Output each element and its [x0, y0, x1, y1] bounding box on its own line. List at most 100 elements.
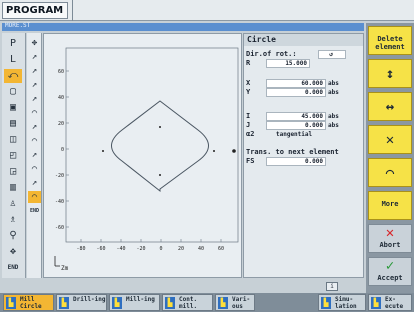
axis-label: Zm — [61, 265, 69, 272]
softkey-label: Vari-ous — [232, 296, 251, 310]
block-icon[interactable]: ▤ — [4, 117, 22, 131]
softkey-label: Delete element — [375, 35, 405, 51]
j-row: J 0.000 abs — [246, 121, 363, 130]
machining-icon: ▙ — [321, 297, 331, 309]
arc-element-icon[interactable]: ⌒ — [28, 107, 41, 119]
diagonal-arrows-icon: ✕ — [385, 132, 395, 148]
x-tick-label: -80 — [76, 246, 85, 252]
machining-icon: ▙ — [6, 297, 16, 309]
title-bar: PROGRAM — [0, 0, 414, 21]
x-label: X — [246, 79, 251, 87]
program-path: MORE.ST — [5, 22, 31, 29]
program-letter-icon[interactable]: P — [4, 37, 22, 51]
i-label: I — [246, 112, 251, 120]
abort-x-icon: ✕ — [385, 225, 395, 241]
line-element-icon[interactable]: ↗ — [28, 121, 41, 133]
x-tick-label: 20 — [178, 246, 184, 252]
i-unit: abs — [328, 113, 339, 120]
x-field[interactable]: 60.000 — [266, 79, 326, 88]
milling-key[interactable]: ▙ Mill-ing — [109, 294, 160, 311]
tool-icon[interactable]: ♙ — [4, 197, 22, 211]
radius-field[interactable]: 15.000 — [266, 59, 310, 68]
contour-milling-key[interactable]: ▙ Cont. mill. — [162, 294, 213, 311]
y-field[interactable]: 0.000 — [266, 88, 326, 97]
softkey-label: Ex-ecute — [385, 296, 404, 310]
alpha2-row: α2 tangential — [246, 130, 363, 139]
info-indicator[interactable]: i — [326, 282, 338, 291]
x-row: X 60.000 abs — [246, 79, 363, 88]
end-icon[interactable]: END — [28, 205, 41, 217]
vertical-arrows-icon: ↕ — [385, 66, 395, 82]
arc-element-icon[interactable]: ⌒ — [28, 163, 41, 175]
vertical-softkeys: Delete element ↕ ↔ ✕ ⌒ More ✕ Abort ✓ Accept — [366, 23, 414, 293]
i-row: I 45.000 abs — [246, 112, 363, 121]
arc-element-icon[interactable]: ⌒ — [28, 191, 41, 203]
machining-icon: ▙ — [218, 297, 228, 309]
y-tick-label: 40 — [58, 95, 64, 101]
machining-icon: ▙ — [59, 297, 69, 309]
y-tick-label: -60 — [55, 225, 64, 231]
tool-icon[interactable]: ✥ — [4, 245, 22, 259]
y-tick-label: -20 — [55, 173, 64, 179]
i-field[interactable]: 45.000 — [266, 112, 326, 121]
block-icon[interactable]: ▢ — [4, 85, 22, 99]
contour-origin-icon[interactable]: ✥ — [28, 37, 41, 49]
drilling-key[interactable]: ▙ Drill-ing — [56, 294, 107, 311]
circle-parameter-form: Circle Dir.of rot.: ↺ R 15.000 X 60.000 … — [243, 33, 364, 278]
contour-graphic[interactable]: 60 40 20 0 -20 -40 -60 -80 -60 -40 -20 0 20 40 60 Zm — [43, 33, 242, 278]
circle-button[interactable]: ⌒ — [368, 158, 412, 187]
y-tick-label: 0 — [61, 147, 64, 153]
abort-button[interactable]: ✕ Abort — [368, 224, 412, 253]
fs-field[interactable]: 0.000 — [266, 157, 326, 166]
x-tick-label: 0 — [159, 246, 162, 252]
block-icon[interactable]: ◰ — [4, 149, 22, 163]
more-button[interactable]: More — [368, 191, 412, 220]
direction-row: Dir.of rot.: ↺ — [246, 50, 363, 59]
program-letter-icon[interactable]: L — [4, 53, 22, 67]
window-title: PROGRAM — [2, 2, 68, 19]
direction-label: Dir.of rot.: — [246, 50, 297, 58]
transition-row: Trans. to next element — [246, 148, 363, 157]
block-icon[interactable]: ▥ — [4, 181, 22, 195]
block-icon[interactable]: ▣ — [4, 101, 22, 115]
simulation-key[interactable]: ▙ Simu-lation — [318, 294, 366, 311]
j-unit: abs — [328, 122, 339, 129]
line-element-icon[interactable]: ↗ — [28, 65, 41, 77]
softkey-label: More — [381, 200, 399, 208]
execute-key[interactable]: ▙ Ex-ecute — [368, 294, 412, 311]
x-tick-label: -20 — [136, 246, 145, 252]
j-field[interactable]: 0.000 — [266, 121, 326, 130]
x-tick-label: -40 — [116, 246, 125, 252]
alpha2-value[interactable]: tangential — [276, 130, 312, 139]
accept-button[interactable]: ✓ Accept — [368, 257, 412, 286]
y-row: Y 0.000 abs — [246, 88, 363, 97]
x-tick-label: 60 — [218, 246, 224, 252]
line-element-icon[interactable]: ↗ — [28, 79, 41, 91]
tool-icon[interactable]: ⚲ — [4, 229, 22, 243]
end-icon[interactable]: END — [4, 261, 22, 275]
block-icon[interactable]: ◲ — [4, 165, 22, 179]
softkey-label: Accept — [377, 274, 403, 282]
fs-label: FS — [246, 157, 255, 165]
softkey-label: Simu-lation — [335, 296, 357, 310]
tool-icon[interactable]: ♗ — [4, 213, 22, 227]
delete-element-button[interactable]: Delete element — [368, 26, 412, 55]
direction-select[interactable]: ↺ — [318, 50, 346, 59]
line-element-icon[interactable]: ↗ — [28, 177, 41, 189]
center-point-right — [213, 150, 215, 152]
mill-circle-key[interactable]: ▙ Mill Circle — [3, 294, 54, 311]
line-element-icon[interactable]: ↗ — [28, 93, 41, 105]
vertical-line-button[interactable]: ↕ — [368, 59, 412, 88]
contour-plot: 60 40 20 0 -20 -40 -60 -80 -60 -40 -20 0 20 40 60 Zm — [54, 47, 239, 272]
contour-elements-bar: ✥ ↗ ↗ ↗ ↗ ⌒ ↗ ⌒ ↗ ⌒ ↗ ⌒ END — [27, 33, 42, 278]
block-icon[interactable]: ◫ — [4, 133, 22, 147]
line-element-icon[interactable]: ↗ — [28, 51, 41, 63]
various-key[interactable]: ▙ Vari-ous — [215, 294, 255, 311]
center-point-left — [102, 150, 104, 152]
arc-element-icon[interactable]: ⌒ — [28, 135, 41, 147]
horizontal-line-button[interactable]: ↔ — [368, 92, 412, 121]
line-element-icon[interactable]: ↗ — [28, 149, 41, 161]
machining-icon: ▙ — [371, 297, 381, 309]
contour-start-icon[interactable]: ⤺ — [4, 69, 22, 83]
diagonal-line-button[interactable]: ✕ — [368, 125, 412, 154]
